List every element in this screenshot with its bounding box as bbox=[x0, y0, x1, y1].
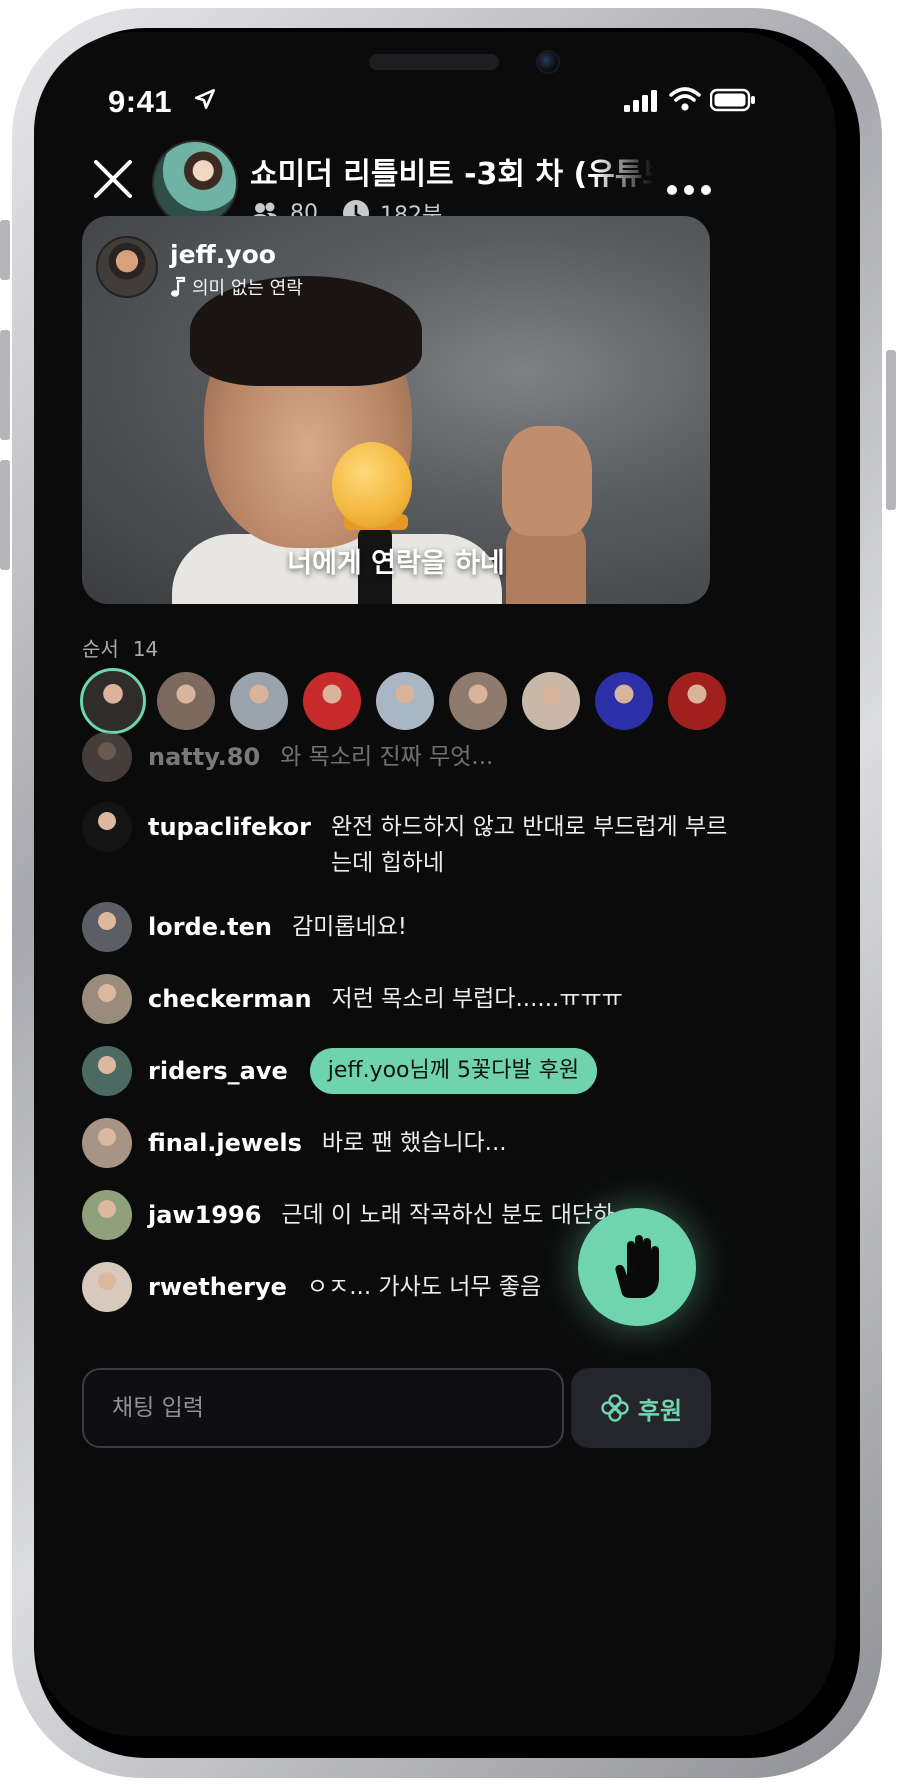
chat-text: 완전 하드하지 않고 반대로 부드럽게 부르는데 힙하네 bbox=[330, 814, 728, 876]
chat-avatar[interactable] bbox=[82, 1118, 132, 1168]
song-title-text: 의미 없는 연락 bbox=[192, 278, 303, 299]
live-stage[interactable]: jeff.yoo 의미 없는 연락 너에게 연락을 하네 bbox=[82, 216, 710, 604]
battery-icon bbox=[710, 88, 755, 112]
cellular-signal-icon bbox=[624, 90, 657, 112]
chat-input[interactable] bbox=[82, 1368, 564, 1448]
chat-message: final.jewels 바로 팬 했습니다... bbox=[82, 1118, 742, 1168]
singer-avatar[interactable] bbox=[96, 236, 158, 298]
host-avatar[interactable] bbox=[152, 140, 238, 226]
chat-username[interactable]: natty.80 bbox=[148, 732, 260, 782]
chat-avatar[interactable] bbox=[82, 1190, 132, 1240]
queue-avatar[interactable] bbox=[522, 672, 580, 730]
volume-up-button bbox=[0, 330, 10, 440]
volume-down-button bbox=[0, 460, 10, 570]
queue-avatar[interactable] bbox=[303, 672, 361, 730]
chat-avatar[interactable] bbox=[82, 974, 132, 1024]
chat-message: riders_ave jeff.yoo님께 5꽃다발 후원 bbox=[82, 1046, 742, 1096]
queue-avatar[interactable] bbox=[376, 672, 434, 730]
lyric-caption: 너에게 연락을 하네 bbox=[287, 548, 505, 579]
power-button bbox=[886, 350, 896, 510]
queue-avatar[interactable] bbox=[668, 672, 726, 730]
queue-avatar[interactable] bbox=[595, 672, 653, 730]
chat-message: lorde.ten 감미롭네요! bbox=[82, 902, 742, 952]
chat-username[interactable]: jaw1996 bbox=[148, 1190, 261, 1240]
chat-message: tupaclifekor 완전 하드하지 않고 반대로 부드럽게 부르는데 힙하네 bbox=[82, 802, 742, 881]
chat-username[interactable]: final.jewels bbox=[148, 1118, 302, 1168]
speaker-grille bbox=[369, 54, 499, 70]
wifi-icon bbox=[669, 87, 701, 111]
queue-label-text: 순서 bbox=[82, 637, 119, 661]
chat-avatar[interactable] bbox=[82, 902, 132, 952]
chat-username[interactable]: riders_ave bbox=[148, 1046, 288, 1096]
chat-text: 바로 팬 했습니다... bbox=[321, 1130, 507, 1156]
chat-text: ㅇㅈ... 가사도 너무 좋음 bbox=[306, 1274, 542, 1300]
chat-avatar[interactable] bbox=[82, 1046, 132, 1096]
song-title: 의미 없는 연락 bbox=[170, 274, 303, 300]
chat-message: checkerman 저런 목소리 부럽다......ㅠㅠㅠ bbox=[82, 974, 742, 1024]
queue-count: 14 bbox=[132, 637, 159, 661]
chat-avatar[interactable] bbox=[82, 1262, 132, 1312]
raise-hand-button[interactable] bbox=[578, 1208, 696, 1326]
more-options-button[interactable] bbox=[664, 180, 714, 200]
chat-username[interactable]: checkerman bbox=[148, 974, 312, 1024]
close-button[interactable] bbox=[88, 154, 138, 204]
chat-username[interactable]: lorde.ten bbox=[148, 902, 272, 952]
donate-label: 후원 bbox=[637, 1397, 683, 1425]
donate-button[interactable]: 후원 bbox=[571, 1368, 711, 1448]
hand-icon bbox=[615, 1235, 659, 1298]
chat-username[interactable]: rwetherye bbox=[148, 1262, 287, 1312]
gift-badge: jeff.yoo님께 5꽃다발 후원 bbox=[309, 1048, 598, 1094]
queue-avatar[interactable] bbox=[230, 672, 288, 730]
queue-label: 순서 14 bbox=[82, 633, 158, 662]
room-title: 쇼미더 리틀비트 -3회 차 (유튜브라 bbox=[250, 157, 654, 192]
queue-avatar-current[interactable] bbox=[80, 668, 146, 734]
location-arrow-icon bbox=[195, 89, 215, 109]
queue-avatar[interactable] bbox=[449, 672, 507, 730]
mute-switch bbox=[0, 220, 10, 280]
chat-avatar[interactable] bbox=[82, 802, 132, 852]
chat-text: 와 목소리 진짜 무엇... bbox=[280, 744, 494, 770]
chat-avatar[interactable] bbox=[82, 732, 132, 782]
queue-avatar[interactable] bbox=[157, 672, 215, 730]
camera-icon bbox=[536, 50, 560, 74]
status-time: 9:41 bbox=[108, 84, 173, 119]
chat-message: natty.80 와 목소리 진짜 무엇... bbox=[82, 732, 742, 782]
flower-icon bbox=[601, 1394, 629, 1422]
chat-text: 근데 이 노래 작곡하신 분도 대단하 bbox=[281, 1202, 615, 1228]
chat-username[interactable]: tupaclifekor bbox=[148, 802, 311, 852]
music-note-icon bbox=[171, 276, 186, 297]
chat-text: 저런 목소리 부럽다......ㅠㅠㅠ bbox=[331, 986, 623, 1012]
app-screen: 9:41 쇼미더 리틀비트 -3회 차 (유튜브라 80 jeff.yoo 의미… bbox=[34, 32, 836, 1736]
singer-name: jeff.yoo bbox=[170, 240, 276, 269]
queue-list bbox=[80, 668, 836, 734]
chat-text: 감미롭네요! bbox=[291, 914, 407, 940]
